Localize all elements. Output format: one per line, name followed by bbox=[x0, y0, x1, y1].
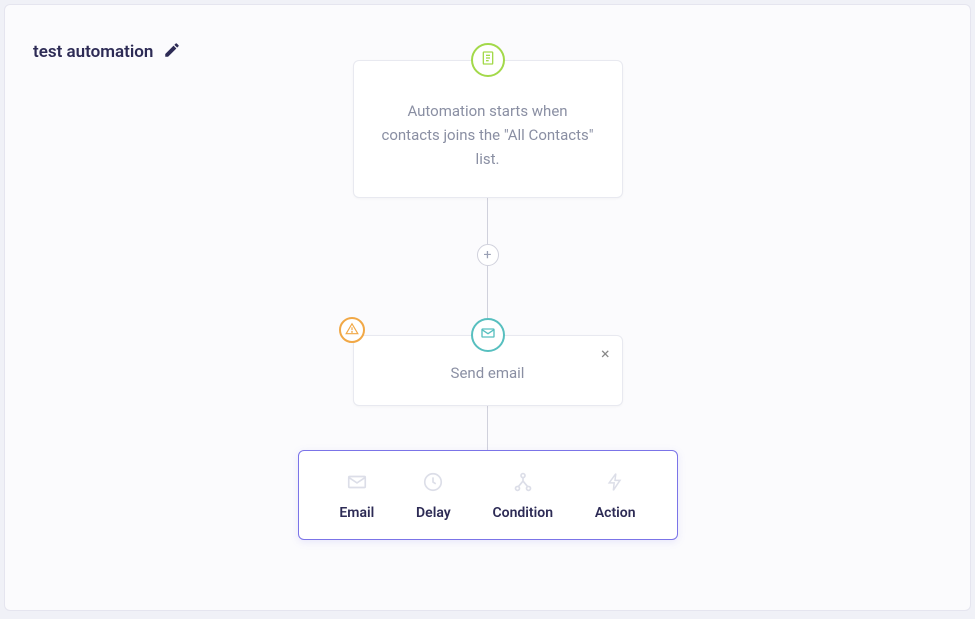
tool-email[interactable]: Email bbox=[339, 471, 374, 521]
branch-icon bbox=[512, 471, 534, 493]
close-icon[interactable]: × bbox=[601, 346, 610, 362]
connector-line bbox=[487, 198, 488, 244]
trigger-badge[interactable] bbox=[471, 43, 505, 77]
trigger-description: Automation starts when contacts joins th… bbox=[354, 93, 622, 197]
warning-badge[interactable] bbox=[339, 317, 365, 343]
list-icon bbox=[480, 50, 496, 70]
email-badge[interactable] bbox=[471, 318, 505, 352]
flow-container: Automation starts when contacts joins th… bbox=[298, 43, 678, 540]
edit-icon[interactable] bbox=[163, 41, 181, 63]
lightning-icon bbox=[605, 471, 625, 493]
step-toolbox: Email Delay bbox=[298, 450, 678, 540]
automation-canvas: test automation Automation starts when c… bbox=[4, 4, 971, 611]
clock-icon bbox=[422, 471, 444, 493]
title-bar: test automation bbox=[33, 41, 181, 63]
warning-icon bbox=[345, 321, 359, 340]
email-step-wrapper: × Send email bbox=[353, 318, 623, 406]
tool-delay[interactable]: Delay bbox=[416, 471, 451, 521]
envelope-icon bbox=[346, 471, 368, 493]
tool-condition[interactable]: Condition bbox=[493, 471, 554, 521]
envelope-icon bbox=[480, 325, 496, 345]
tool-action[interactable]: Action bbox=[595, 471, 636, 521]
tool-label: Delay bbox=[416, 505, 451, 521]
tool-label: Email bbox=[339, 505, 374, 521]
email-step-label: Send email bbox=[354, 351, 622, 405]
tool-label: Action bbox=[595, 505, 636, 521]
add-step-button[interactable]: + bbox=[477, 244, 499, 266]
connector-line bbox=[487, 266, 488, 318]
connector-line bbox=[487, 406, 488, 450]
trigger-card[interactable]: Automation starts when contacts joins th… bbox=[353, 60, 623, 198]
tool-label: Condition bbox=[493, 505, 554, 521]
automation-title: test automation bbox=[33, 42, 153, 62]
